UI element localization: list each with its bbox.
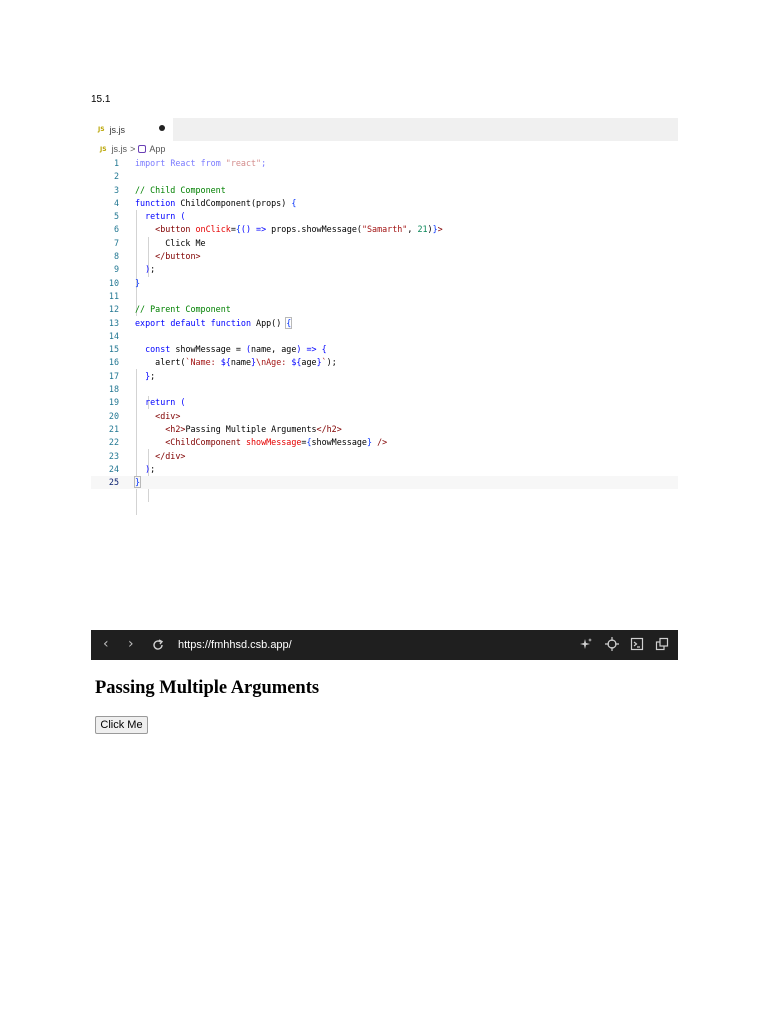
tab-label: js.js (109, 124, 126, 135)
code-area[interactable]: 1 import React from "react"; 2 3// Child Co… (91, 157, 678, 515)
code-line[interactable]: 15 const showMessage = (name, age) => { (91, 343, 678, 356)
code-line[interactable]: 8 </button> (91, 250, 678, 263)
code-text: } (133, 476, 142, 489)
code-text: ); (145, 463, 156, 474)
code-line[interactable]: 22 <ChildComponent showMessage={showMess… (91, 436, 678, 449)
code-line[interactable]: 12 // Parent Component (91, 303, 678, 316)
browser-toolbar: ‹ › https://fmhhsd.csb.app/ (91, 630, 678, 660)
component-symbol-icon (138, 145, 147, 153)
line-number: 2 (113, 171, 119, 182)
code-line[interactable]: 25} (91, 476, 678, 490)
code-line[interactable]: 23 </div> (91, 450, 678, 463)
reload-icon[interactable] (151, 638, 165, 652)
code-text: }; (145, 370, 156, 381)
line-number: 21 (108, 423, 119, 434)
line-number: 15 (108, 344, 119, 355)
code-line[interactable]: 18 (91, 383, 678, 396)
editor-tab-jsjs[interactable]: JS js.js (91, 118, 173, 141)
line-number: 12 (108, 304, 119, 315)
code-line[interactable]: 17 }; (91, 370, 678, 383)
code-text: // Child Component (135, 184, 226, 195)
line-number: 9 (113, 264, 119, 275)
line-number: 16 (108, 357, 119, 368)
code-line[interactable]: 24 ); (91, 463, 678, 476)
line-number: 8 (113, 251, 119, 262)
chevron-right-icon[interactable]: › (128, 636, 134, 652)
line-number: 3 (113, 184, 119, 195)
code-line[interactable]: 5 return ( (91, 210, 678, 223)
code-line[interactable]: 10} (91, 277, 678, 290)
line-number: 25 (108, 477, 119, 488)
code-text: alert(`Name: ${name}\nAge: ${age}`); (135, 357, 337, 368)
code-line[interactable]: 19 return ( (91, 396, 678, 409)
code-text: // Parent Component (135, 304, 231, 315)
code-text: import React from "react"; (135, 158, 267, 168)
line-number: 18 (108, 384, 119, 395)
breadcrumb: JS js.js > App (91, 141, 678, 157)
preview-title: Passing Multiple Arguments (95, 678, 320, 698)
code-text: Click Me (135, 237, 206, 248)
code-line[interactable]: 2 (91, 170, 678, 183)
code-line[interactable]: 1 import React from "react"; (91, 157, 678, 170)
line-number: 7 (113, 237, 119, 248)
sparkle-icon[interactable] (579, 637, 593, 651)
code-line[interactable]: 7 Click Me (91, 237, 678, 250)
code-line[interactable]: 4 function ChildComponent(props) { (91, 197, 678, 210)
unsaved-dot-icon[interactable] (159, 125, 165, 131)
line-number: 4 (113, 197, 119, 208)
code-text: </div> (155, 450, 186, 461)
javascript-file-icon: JS (98, 126, 105, 133)
line-number: 23 (108, 450, 119, 461)
code-line[interactable]: 20 <div> (91, 410, 678, 423)
code-line[interactable]: 21 <h2>Passing Multiple Arguments</h2> (91, 423, 678, 436)
line-number: 13 (108, 317, 119, 328)
code-line[interactable]: 9 ); (91, 263, 678, 276)
code-text: <h2>Passing Multiple Arguments</h2> (165, 423, 342, 434)
code-text: return ( (145, 211, 186, 222)
line-number: 10 (108, 277, 119, 288)
javascript-file-icon: JS (100, 145, 107, 153)
chevron-left-icon[interactable]: ‹ (103, 636, 109, 652)
breadcrumb-separator: > (130, 144, 136, 154)
code-text: const showMessage = (name, age) => { (145, 344, 327, 355)
line-number: 19 (108, 397, 119, 408)
code-line[interactable]: 13 export default function App() { (91, 316, 678, 330)
line-number: 24 (108, 463, 119, 474)
line-number: 22 (108, 437, 119, 448)
terminal-icon[interactable] (630, 637, 644, 651)
new-window-icon[interactable] (655, 637, 669, 651)
code-text: } (135, 277, 141, 288)
code-line[interactable]: 11 (91, 290, 678, 303)
code-text: <ChildComponent showMessage={showMessage… (165, 437, 388, 448)
line-number: 14 (108, 330, 119, 341)
code-text: return ( (145, 397, 186, 408)
code-line[interactable]: 6 <button onClick={() => props.showMessa… (91, 223, 678, 236)
code-line[interactable]: 3 // Child Component (91, 184, 678, 197)
code-text: </button> (155, 251, 201, 262)
line-number: 5 (113, 211, 119, 222)
click-me-button[interactable]: Click Me (95, 716, 148, 734)
code-text: ); (145, 264, 156, 275)
code-text: <div> (155, 410, 181, 421)
code-line[interactable]: 14 (91, 330, 678, 343)
line-number: 17 (108, 370, 119, 381)
code-text: <button onClick={() => props.showMessage… (155, 224, 443, 235)
code-text: export default function App() { (135, 316, 293, 329)
code-line[interactable]: 16 alert(`Name: ${name}\nAge: ${age}`); (91, 356, 678, 369)
editor-tab-bar: JS js.js (91, 118, 678, 141)
line-number: 11 (108, 290, 119, 301)
crosshair-icon[interactable] (605, 637, 619, 651)
section-heading: 15.1 (91, 94, 111, 105)
url-field[interactable]: https://fmhhsd.csb.app/ (178, 630, 292, 660)
code-text: function ChildComponent(props) { (135, 197, 297, 208)
line-number: 1 (113, 158, 119, 168)
line-number: 20 (108, 410, 119, 421)
breadcrumb-file[interactable]: js.js (112, 144, 128, 154)
breadcrumb-symbol[interactable]: App (149, 144, 165, 154)
code-editor: JS js.js JS js.js > App 1 import React fr… (91, 118, 678, 515)
line-number: 6 (113, 224, 119, 235)
